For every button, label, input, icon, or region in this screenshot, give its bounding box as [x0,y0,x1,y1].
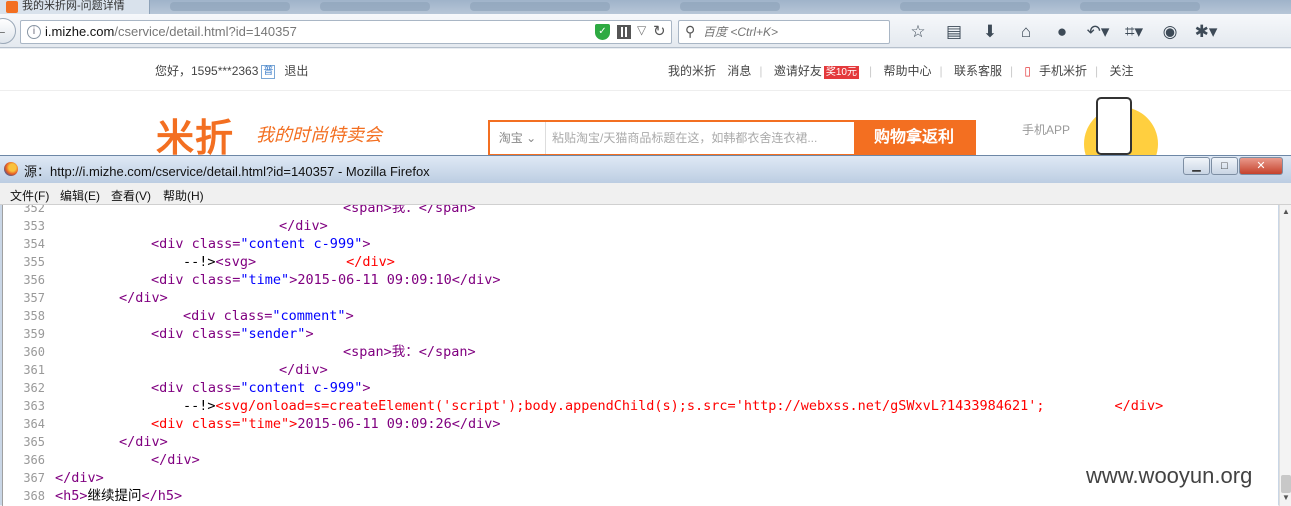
search-category-select[interactable]: 淘宝 ⌄ [490,122,546,154]
contact-service-link[interactable]: 联系客服 [954,64,1002,78]
url-text[interactable]: i.mizhe.com/cservice/detail.html?id=1403… [45,24,297,39]
firefox-icon [4,162,18,176]
phone-illustration-icon [1096,97,1132,155]
search-bar[interactable]: ⚲ [678,20,890,44]
chat-icon[interactable]: ● [1044,21,1080,43]
site-topbar: 您好，1595***2363 普退出 我的米折 消息 | 邀请好友 奖10元 | 帮助中… [0,49,1291,91]
member-badge: 普 [261,65,276,79]
user-greeting: 您好，1595***2363 普退出 [155,62,308,79]
window-controls: ▁ □ ✕ [1182,157,1283,175]
cashback-search-button[interactable]: 购物拿返利 [854,122,974,154]
blurred-tab[interactable] [470,2,610,11]
code-line: 359 <div class="sender"> [23,326,314,342]
qr-code-icon[interactable] [617,25,631,39]
my-mizhe-link[interactable]: 我的米折 [668,64,716,78]
menu-help[interactable]: 帮助(H) [163,187,204,204]
greeting-text: 您好，1595***2363 [155,64,259,78]
blurred-tab[interactable] [680,2,780,11]
url-path: /cservice/detail.html?id=140357 [114,24,297,39]
view-source-window: 源：http://i.mizhe.com/cservice/detail.htm… [0,155,1291,506]
site-search: 淘宝 ⌄ 粘贴淘宝/天猫商品标题在这，如韩都衣舍连衣裙... 购物拿返利 [488,120,976,156]
scroll-thumb[interactable] [1281,475,1291,493]
chevron-down-icon[interactable]: ▽ [637,23,646,37]
mobile-icon: ▯ [1024,64,1032,78]
comment-icon[interactable]: ◉ [1152,21,1188,43]
menu-edit[interactable]: 编辑(E) [60,187,100,204]
code-line: 352 <span>我：</span> [23,205,476,216]
code-line: 353 </div> [23,218,328,234]
site-slogan: 我的时尚特卖会 [256,125,382,145]
mobile-mizhe-link[interactable]: 手机米折 [1039,64,1087,78]
download-icon[interactable]: ⬇ [972,21,1008,43]
tab-title: 我的米折网-问题详情 [22,0,125,12]
code-line: 357 </div> [23,290,168,306]
code-line: 360 <span>我：</span> [23,344,476,360]
code-line: 362 <div class="content c-999"> [23,380,371,396]
follow-link[interactable]: 关注 [1110,64,1134,78]
code-line: 355 --!><svg> </div> [23,254,395,270]
window-title: 源：http://i.mizhe.com/cservice/detail.htm… [24,164,430,179]
screenshot-icon[interactable]: ⌗▾ [1116,21,1152,43]
site-links: 我的米折 消息 | 邀请好友 奖10元 | 帮助中心 | 联系客服 | ▯ 手机米折 | 关注 [668,64,1134,79]
search-icon: ⚲ [685,23,696,39]
code-line: 365 </div> [23,434,168,450]
undo-icon[interactable]: ↶▾ [1080,21,1116,43]
browser-tab-active[interactable]: 我的米折网-问题详情 [0,0,150,14]
menu-file[interactable]: 文件(F) [10,187,49,204]
home-icon[interactable]: ⌂ [1008,21,1044,43]
code-line: 354 <div class="content c-999"> [23,236,371,252]
url-host: i.mizhe.com [45,24,115,39]
code-line: 368 <h5>继续提问</h5> [23,488,183,504]
code-line: 356 <div class="time">2015-06-11 09:09:10… [23,272,501,288]
browser-navbar: ← i i.mizhe.com/cservice/detail.html?id=… [0,14,1291,48]
watermark: www.wooyun.org [1086,463,1253,488]
code-line: 361 </div> [23,362,328,378]
bug-icon[interactable]: ✱▾ [1188,21,1224,43]
help-center-link[interactable]: 帮助中心 [883,64,931,78]
maximize-button[interactable]: □ [1211,157,1238,175]
browser-tabstrip: 我的米折网-问题详情 [0,0,1291,14]
reading-list-icon[interactable]: ▤ [936,21,972,43]
logout-link[interactable]: 退出 [284,64,308,78]
close-button[interactable]: ✕ [1239,157,1283,175]
code-line: 358 <div class="comment"> [23,308,354,324]
back-arrow-icon[interactable]: ← [0,18,16,44]
url-bar[interactable]: i i.mizhe.com/cservice/detail.html?id=14… [20,20,672,44]
invite-friends-link[interactable]: 邀请好友 [774,64,822,78]
window-titlebar[interactable]: 源：http://i.mizhe.com/cservice/detail.htm… [0,156,1291,183]
browser-toolbar: ☆ ▤ ⬇ ⌂ ● ↶▾ ⌗▾ ◉ ✱▾ [900,21,1224,43]
code-line: 364 <div class="time">2015-06-11 09:09:26… [23,416,501,432]
globe-icon: i [27,25,41,39]
scroll-up-icon[interactable]: ▲ [1282,207,1290,216]
minimize-button[interactable]: ▁ [1183,157,1210,175]
bookmark-star-icon[interactable]: ☆ [900,21,936,43]
blurred-tab[interactable] [320,2,430,11]
menu-bar: 文件(F) 编辑(E) 查看(V) 帮助(H) [0,183,1291,205]
search-input[interactable] [703,24,883,40]
menu-view[interactable]: 查看(V) [111,187,151,204]
xss-payload-line: 363 --!><svg/onload=s=createElement('scri… [23,398,1164,414]
blurred-tab[interactable] [1080,2,1200,11]
blurred-tab[interactable] [900,2,1030,11]
reload-icon[interactable]: ↻ [653,22,666,40]
messages-link[interactable]: 消息 [727,64,751,78]
app-label[interactable]: 手机APP [1022,121,1070,138]
site-search-input[interactable]: 粘贴淘宝/天猫商品标题在这，如韩都衣舍连衣裙... [552,122,852,154]
mizhe-logo[interactable]: 米折 [156,107,234,162]
security-shield-icon[interactable]: ✓ [595,24,610,40]
mizhe-page: 您好，1595***2363 普退出 我的米折 消息 | 邀请好友 奖10元 | 帮助中… [0,49,1291,181]
scroll-down-icon[interactable]: ▼ [1282,493,1290,502]
mizhe-favicon-icon [6,1,18,13]
vertical-scrollbar[interactable]: ▲ ▼ [1279,205,1291,506]
source-code-view[interactable]: 352 <span>我：</span> 353 </div> 354 <div cla… [2,205,1278,506]
blurred-tab[interactable] [170,2,290,11]
invite-reward-badge: 奖10元 [823,66,859,79]
